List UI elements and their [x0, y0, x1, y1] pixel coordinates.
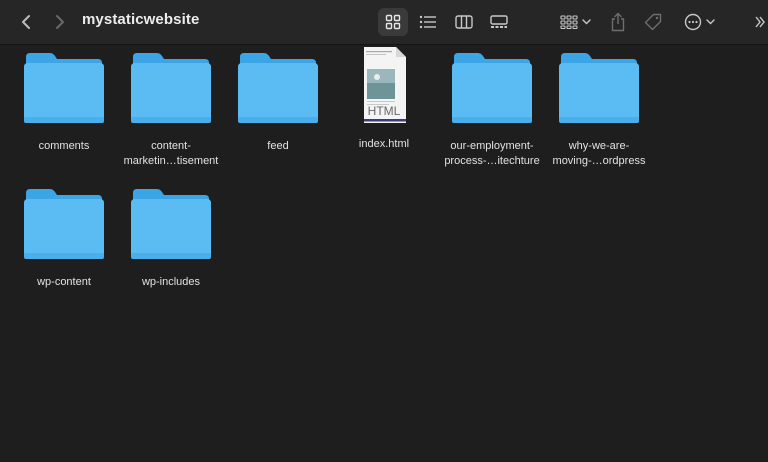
- group-button[interactable]: [557, 8, 593, 36]
- finder-toolbar: mystaticwebsite: [0, 0, 768, 45]
- file-item-index-html[interactable]: HTML index.html: [330, 47, 438, 152]
- file-label: content- marketin…tisement: [123, 140, 219, 167]
- tag-icon: [644, 13, 662, 31]
- file-label: our-employment- process-…itechture: [444, 140, 540, 167]
- folder-icon: [559, 53, 639, 123]
- chevron-left-icon: [22, 15, 30, 29]
- share-button[interactable]: [606, 8, 630, 36]
- group-grid-icon: [559, 15, 578, 29]
- forward-button[interactable]: [48, 8, 72, 36]
- file-item-feed[interactable]: feed: [224, 49, 332, 154]
- gallery-icon: [490, 15, 508, 28]
- back-button[interactable]: [14, 8, 38, 36]
- chevron-right-icon: [56, 15, 64, 29]
- list-view-button[interactable]: [414, 8, 442, 36]
- file-label: comments: [38, 140, 90, 152]
- gallery-view-button[interactable]: [485, 8, 513, 36]
- html-badge: HTML: [367, 104, 401, 118]
- folder-icon: [131, 53, 211, 123]
- folder-icon: [131, 189, 211, 259]
- file-label: index.html: [358, 138, 410, 150]
- file-label: wp-includes: [141, 276, 201, 288]
- file-item-why-we-are-moving[interactable]: why-we-are- moving-…ordpress: [545, 49, 653, 169]
- chevron-down-icon: [705, 19, 715, 25]
- column-view-button[interactable]: [450, 8, 478, 36]
- folder-icon: [24, 53, 104, 123]
- folder-icon: [238, 53, 318, 123]
- file-icon-grid: comments content- marketin…tisement feed: [0, 45, 768, 462]
- list-icon: [419, 15, 436, 29]
- overflow-chevron-icon: [755, 16, 765, 28]
- file-label: why-we-are- moving-…ordpress: [552, 140, 646, 167]
- file-label: feed: [267, 140, 289, 152]
- columns-icon: [455, 15, 473, 29]
- folder-icon: [452, 53, 532, 123]
- more-actions-button[interactable]: [681, 8, 717, 36]
- window-title: mystaticwebsite: [82, 11, 200, 28]
- grid-icon: [385, 14, 401, 30]
- file-item-comments[interactable]: comments: [10, 49, 118, 154]
- tag-button[interactable]: [641, 8, 665, 36]
- share-icon: [611, 12, 625, 32]
- icon-view-button[interactable]: [378, 8, 408, 36]
- chevron-down-icon: [581, 19, 591, 25]
- file-label: wp-content: [37, 276, 91, 288]
- folder-icon: [24, 189, 104, 259]
- file-item-content-marketing[interactable]: content- marketin…tisement: [117, 49, 225, 169]
- file-item-wp-includes[interactable]: wp-includes: [117, 185, 225, 290]
- ellipsis-circle-icon: [684, 13, 701, 31]
- file-item-wp-content[interactable]: wp-content: [10, 185, 118, 290]
- toolbar-overflow-button[interactable]: [752, 8, 768, 36]
- file-item-our-employment-process[interactable]: our-employment- process-…itechture: [438, 49, 546, 169]
